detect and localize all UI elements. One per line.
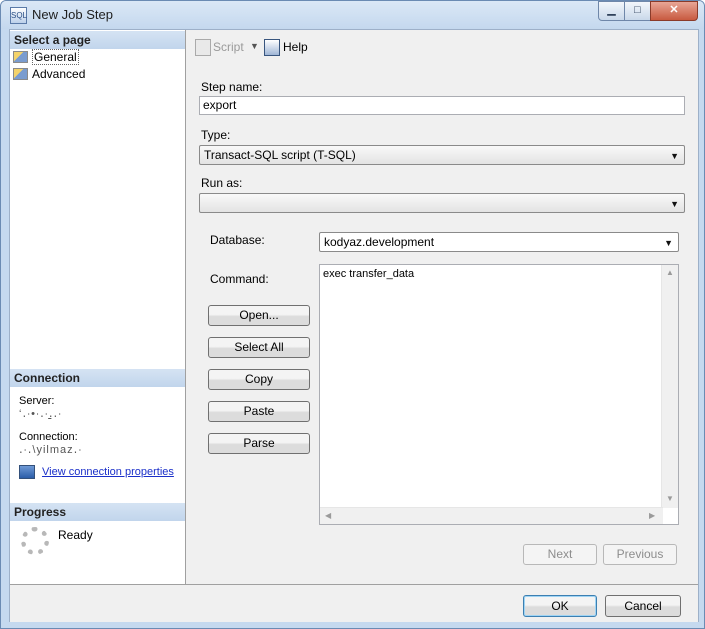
window-title: New Job Step (32, 7, 113, 22)
new-job-step-window: SQL New Job Step ▁ □ ✕ Select a page Gen… (0, 0, 705, 629)
next-button[interactable]: Next (523, 544, 597, 565)
close-button[interactable]: ✕ (650, 1, 698, 21)
dialog-footer: OK Cancel (10, 584, 698, 622)
parse-button[interactable]: Parse (208, 433, 310, 454)
copy-button[interactable]: Copy (208, 369, 310, 390)
paste-button[interactable]: Paste (208, 401, 310, 422)
run-as-label: Run as: (201, 176, 243, 190)
help-icon[interactable] (264, 39, 280, 56)
page-item-label: Advanced (32, 67, 86, 81)
connection-value: ․∙․\yilmaz․∙ (19, 444, 83, 456)
database-select-value: kodyaz.development (324, 235, 435, 249)
left-pane: Select a page General Advanced Connectio… (10, 30, 186, 584)
script-button[interactable]: Script (213, 40, 244, 54)
script-icon (195, 39, 211, 56)
database-select[interactable]: kodyaz.development ▼ (319, 232, 679, 252)
vertical-scrollbar[interactable]: ▲ ▼ (661, 265, 678, 508)
scroll-right-icon[interactable]: ▶ (649, 511, 655, 520)
page-item-general[interactable]: General (13, 49, 79, 65)
page-icon (13, 68, 28, 80)
page-item-advanced[interactable]: Advanced (13, 66, 85, 82)
script-dropdown-icon[interactable]: ▼ (250, 41, 259, 51)
maximize-button[interactable]: □ (624, 1, 651, 21)
progress-header: Progress (10, 503, 185, 521)
view-connection-properties-link[interactable]: View connection properties (42, 466, 174, 478)
progress-status: Ready (58, 528, 93, 542)
type-select[interactable]: Transact-SQL script (T-SQL) ▼ (199, 145, 685, 165)
connection-properties-icon[interactable] (19, 465, 35, 479)
app-icon: SQL (10, 7, 27, 24)
database-label: Database: (210, 233, 265, 247)
ok-button[interactable]: OK (523, 595, 597, 617)
page-item-label: General (32, 49, 79, 65)
title-bar[interactable]: SQL New Job Step ▁ □ ✕ (1, 1, 704, 29)
select-page-header: Select a page (10, 31, 185, 49)
type-label: Type: (201, 128, 231, 142)
cancel-button[interactable]: Cancel (605, 595, 681, 617)
scroll-up-icon[interactable]: ▲ (666, 268, 674, 277)
step-name-label: Step name: (201, 80, 263, 94)
scroll-down-icon[interactable]: ▼ (666, 494, 674, 503)
run-as-select[interactable]: ▼ (199, 193, 685, 213)
select-all-button[interactable]: Select All (208, 337, 310, 358)
minimize-button[interactable]: ▁ (598, 1, 625, 21)
chevron-down-icon: ▼ (664, 238, 673, 248)
step-name-input[interactable]: export (199, 96, 685, 115)
progress-spinner-icon (21, 527, 49, 555)
type-select-value: Transact-SQL script (T-SQL) (204, 148, 356, 162)
chevron-down-icon: ▼ (670, 151, 679, 161)
scroll-left-icon[interactable]: ◀ (325, 511, 331, 520)
previous-button[interactable]: Previous (603, 544, 677, 565)
toolbar: Script ▼ Help (186, 30, 698, 64)
command-textarea[interactable]: exec transfer_data ▲ ▼ ◀ ▶ (319, 264, 679, 525)
right-pane: Script ▼ Help Step name: export Type: Tr… (186, 30, 698, 584)
open-button[interactable]: Open... (208, 305, 310, 326)
chevron-down-icon: ▼ (670, 199, 679, 209)
command-label: Command: (210, 272, 269, 286)
server-value: ‘․∙•∙․∙․̱․∙ (19, 408, 63, 420)
server-label: Server: (19, 395, 55, 407)
page-icon (13, 51, 28, 63)
connection-label: Connection: (19, 431, 78, 443)
help-button[interactable]: Help (283, 40, 308, 54)
horizontal-scrollbar[interactable]: ◀ ▶ (320, 507, 663, 524)
command-text: exec transfer_data (323, 268, 415, 280)
dialog-body: Select a page General Advanced Connectio… (9, 29, 699, 622)
connection-header: Connection (10, 369, 185, 387)
